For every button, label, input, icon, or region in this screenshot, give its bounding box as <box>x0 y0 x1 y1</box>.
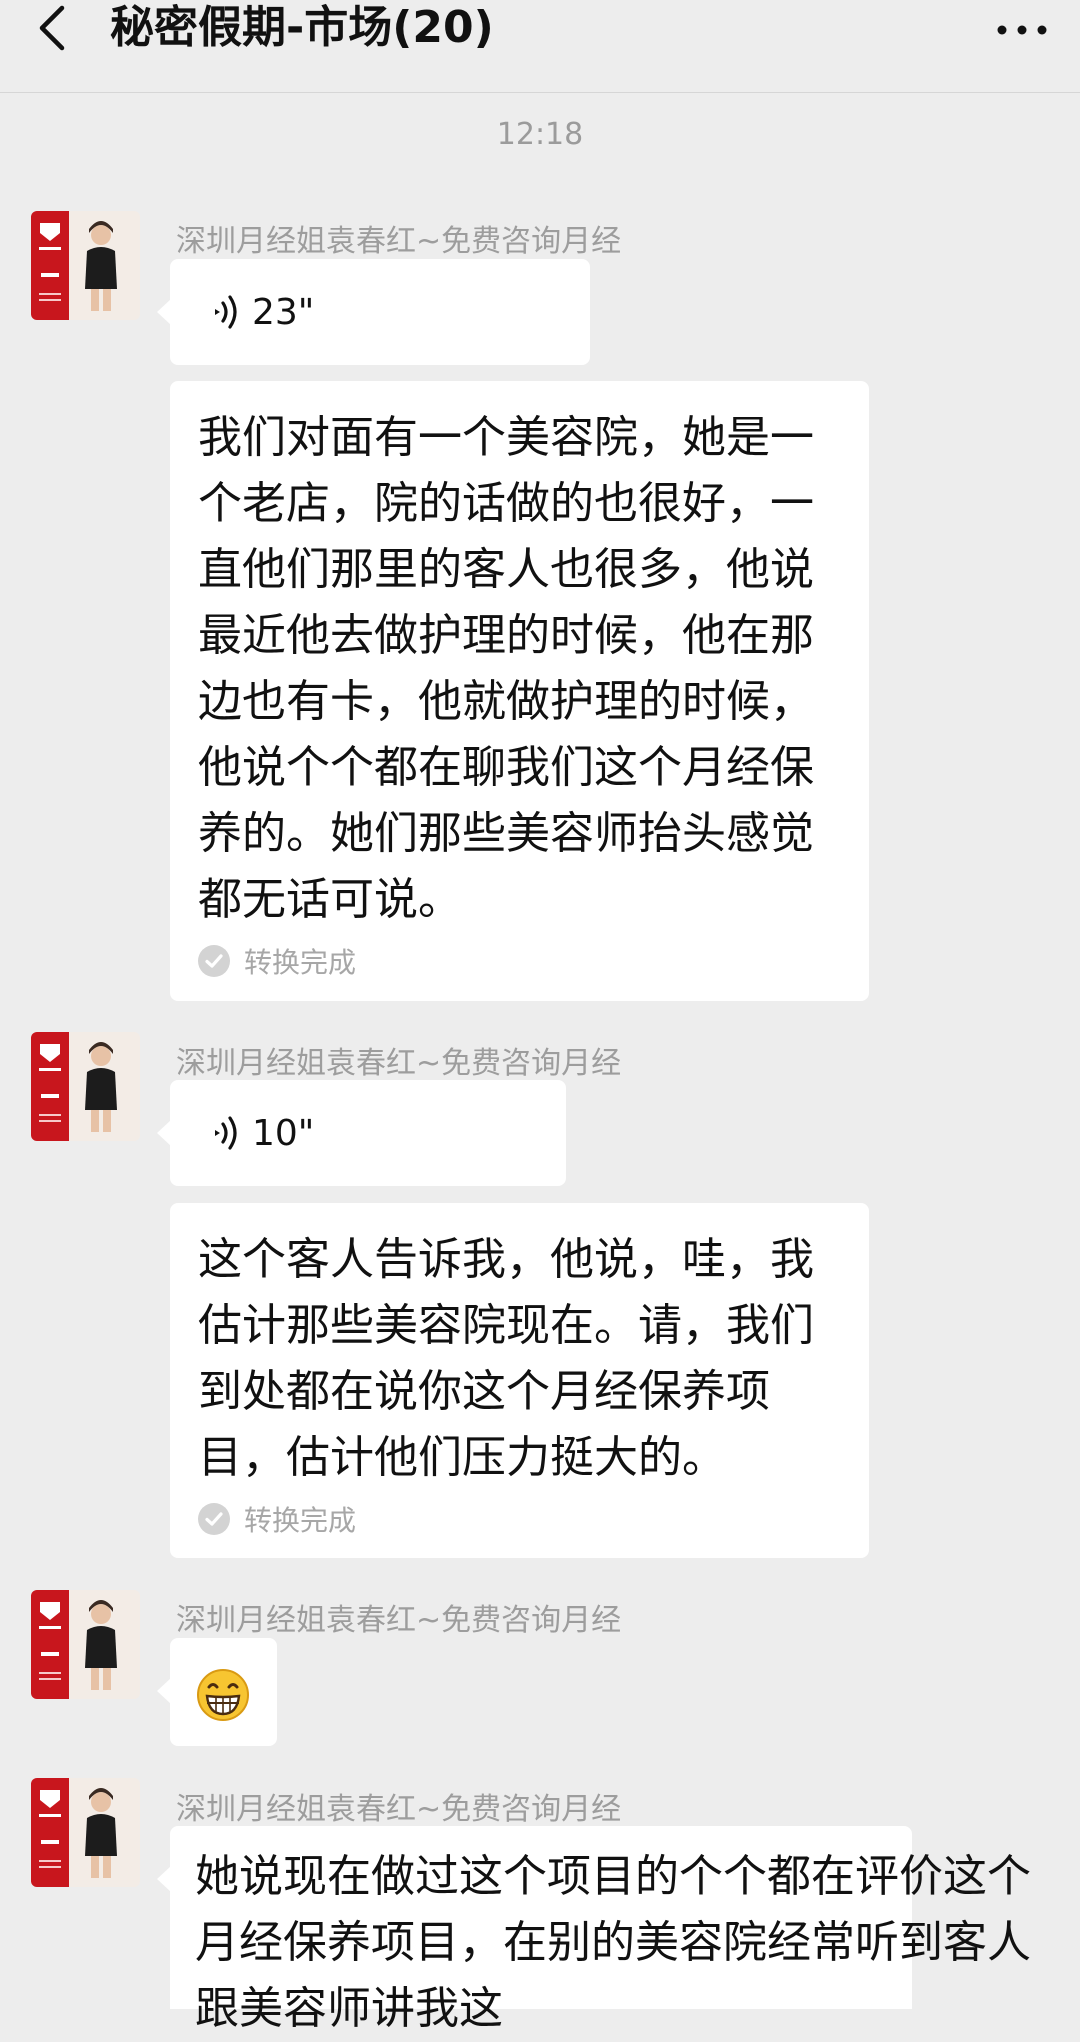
transcript-text: 我们对面有一个美容院，她是一个老店，院的话做的也很好，一直他们那里的客人也很多，… <box>198 412 814 925</box>
check-circle-icon <box>198 945 230 977</box>
status-label: 转换完成 <box>244 1504 357 1537</box>
transcript-text: 这个客人告诉我，他说，哇，我估计那些美容院现在。请，我们到处都在说你这个月经保养… <box>198 1234 814 1483</box>
voice-message[interactable]: 23" <box>157 259 590 365</box>
chevron-left-icon <box>39 5 65 51</box>
transcript-status: 转换完成 <box>198 941 356 981</box>
emoji-message[interactable] <box>157 1638 277 1746</box>
voice-duration: 23" <box>252 291 315 333</box>
sender-name: 深圳月经姐袁春红~免费咨询月经 <box>176 1792 622 1827</box>
more-button[interactable] <box>992 10 1052 50</box>
status-label: 转换完成 <box>244 946 357 979</box>
message-text: 她说现在做过这个项目的个个都在评价这个月经保养项目，在别的美容院经常听到客人跟美… <box>195 1851 1031 2034</box>
transcript-status: 转换完成 <box>198 1499 356 1539</box>
back-button[interactable] <box>28 0 88 60</box>
voice-transcript[interactable]: 这个客人告诉我，他说，哇，我估计那些美容院现在。请，我们到处都在说你这个月经保养… <box>170 1203 869 1558</box>
text-message[interactable]: 她说现在做过这个项目的个个都在评价这个月经保养项目，在别的美容院经常听到客人跟美… <box>157 1826 1031 2034</box>
voice-duration: 10" <box>252 1112 315 1154</box>
sender-avatar[interactable] <box>31 1032 140 1141</box>
sender-avatar[interactable] <box>31 1778 140 1887</box>
check-circle-icon <box>198 1503 230 1535</box>
voice-transcript[interactable]: 我们对面有一个美容院，她是一个老店，院的话做的也很好，一直他们那里的客人也很多，… <box>170 381 869 1001</box>
sender-name: 深圳月经姐袁春红~免费咨询月经 <box>176 1603 622 1638</box>
message-timestamp: 12:18 <box>496 117 584 152</box>
chat-header: 秘密假期-市场(20) <box>0 0 1080 93</box>
sender-name: 深圳月经姐袁春红~免费咨询月经 <box>176 224 622 259</box>
voice-wave-icon <box>215 1116 237 1150</box>
sender-avatar[interactable] <box>31 1590 140 1699</box>
grinning-face-icon <box>197 1669 249 1721</box>
more-dots-icon <box>997 25 1047 35</box>
sender-avatar[interactable] <box>31 211 140 320</box>
chat-title: 秘密假期-市场(20) <box>110 2 494 53</box>
voice-message[interactable]: 10" <box>157 1080 566 1186</box>
voice-wave-icon <box>215 295 237 329</box>
sender-name: 深圳月经姐袁春红~免费咨询月经 <box>176 1046 622 1081</box>
